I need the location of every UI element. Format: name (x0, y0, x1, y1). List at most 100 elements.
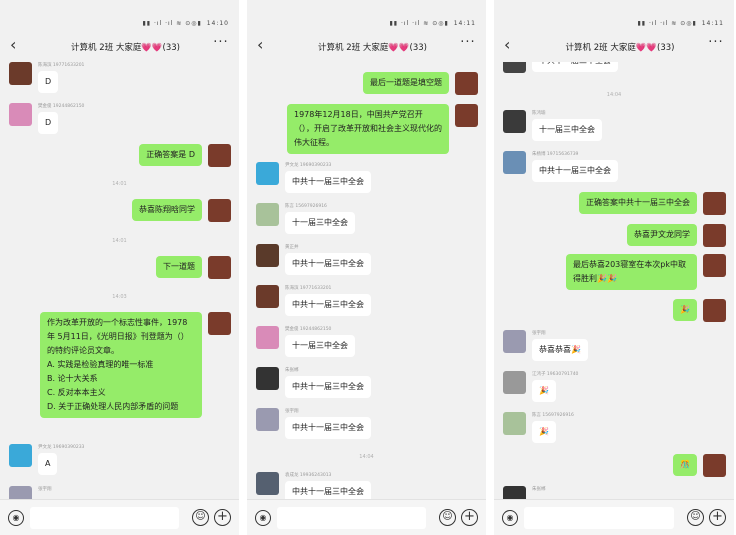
avatar[interactable] (9, 62, 32, 85)
timestamp: 14:04 (606, 92, 622, 98)
message-bubble[interactable]: 中共十一届三中全会 (285, 294, 371, 316)
back-button[interactable]: ‹ (504, 37, 518, 53)
avatar[interactable] (703, 299, 726, 322)
more-button[interactable]: ··· (706, 36, 726, 52)
message-bubble[interactable]: 1978年12月18日，中国共产党召开（），开启了改革开放和社会主义现代化的伟大… (287, 104, 449, 154)
avatar[interactable] (256, 203, 279, 226)
message-bubble[interactable]: 恭喜尹文龙同学 (627, 224, 697, 246)
back-button[interactable]: ‹ (10, 37, 24, 53)
more-button[interactable]: ··· (211, 36, 231, 52)
avatar[interactable] (256, 472, 279, 495)
plus-button[interactable]: + (709, 509, 726, 526)
message: 朱杨博 19715636739 中共十一届三中全会 (494, 151, 734, 189)
message-bubble[interactable]: 中共十一届三中全会 (285, 417, 371, 439)
status-time: 14:10 (206, 20, 229, 27)
message-bubble[interactable]: 正确答案是 D (139, 144, 202, 166)
status-time: 14:11 (701, 20, 724, 27)
chat-header: ‹ 计算机 2班 大家庭💗💗(33) ··· (494, 34, 734, 60)
message: 黄正井 中共十一届三中全会 (247, 244, 486, 282)
message-bubble[interactable]: 正确答案中共十一届三中全会 (579, 192, 697, 214)
message-input[interactable] (277, 507, 426, 529)
message: 樊金俊 19244862150 D (0, 103, 239, 145)
voice-button[interactable]: ◉ (502, 510, 518, 526)
avatar[interactable] (9, 103, 32, 126)
emoji-button[interactable]: ☺ (439, 509, 456, 526)
avatar[interactable] (503, 110, 526, 133)
message-bubble[interactable]: 中共十一届三中全会 (285, 481, 371, 499)
avatar[interactable] (256, 367, 279, 390)
message-bubble[interactable]: 中共十一届三中全会 (532, 62, 618, 72)
message-bubble[interactable]: D (38, 71, 59, 93)
more-button[interactable]: ··· (458, 36, 478, 52)
avatar[interactable] (503, 151, 526, 174)
message-list: 陈海滨 19771633201 D 樊金俊 19244862150 D 正确答案… (0, 62, 239, 499)
emoji-icon: ☺ (442, 511, 453, 522)
message-bubble[interactable]: 恭喜陈翔晗同学 (132, 199, 202, 221)
avatar[interactable] (208, 312, 231, 335)
message: 正确答案中共十一届三中全会 (494, 192, 734, 218)
avatar[interactable] (703, 454, 726, 477)
message-bubble[interactable]: 🎉 (532, 421, 556, 443)
avatar[interactable] (503, 371, 526, 394)
avatar[interactable] (503, 412, 526, 435)
emoji-button[interactable]: ☺ (192, 509, 209, 526)
avatar[interactable] (9, 486, 32, 499)
message-bubble[interactable]: 十一届三中全会 (285, 212, 355, 234)
avatar[interactable] (256, 244, 279, 267)
emoji-button[interactable]: ☺ (687, 509, 704, 526)
message-input[interactable] (30, 507, 179, 529)
status-bar: ▮▮ ·ıl ·ıl ≋ ⊙◎▮ 14:11 (494, 0, 734, 30)
avatar[interactable] (208, 144, 231, 167)
message-bubble[interactable]: 恭喜恭喜🎉 (532, 339, 588, 361)
message-input[interactable] (524, 507, 674, 529)
message-bubble[interactable]: 最后恭喜203寝室在本次pk中取得胜利🎉🎉 (566, 254, 697, 290)
message: 最后恭喜203寝室在本次pk中取得胜利🎉🎉 (494, 254, 734, 294)
avatar[interactable] (9, 444, 32, 467)
status-icons: ▮▮ ·ıl ·ıl ≋ ⊙◎▮ 14:11 (637, 20, 724, 27)
message-bubble[interactable]: 🎉 (673, 299, 697, 321)
input-bar: ◉ ☺ + (494, 499, 734, 535)
sender-name: 张宇翔 (38, 487, 52, 492)
avatar[interactable] (208, 199, 231, 222)
message-bubble[interactable]: 中共十一届三中全会 (285, 171, 371, 193)
message-bubble[interactable]: 中共十一届三中全会 (285, 253, 371, 275)
message-bubble[interactable]: A (38, 453, 58, 475)
message-bubble[interactable]: 🎉 (532, 380, 556, 402)
message-bubble[interactable]: 十一届三中全会 (285, 335, 355, 357)
avatar[interactable] (503, 486, 526, 499)
message: 陈海滨 19771633201 D (0, 62, 239, 104)
avatar[interactable] (256, 162, 279, 185)
plus-button[interactable]: + (214, 509, 231, 526)
avatar[interactable] (208, 256, 231, 279)
message-bubble[interactable]: 最后一道题是填空题 (363, 72, 449, 94)
sender-name: 陈海滨 19771633201 (285, 286, 332, 291)
message-bubble[interactable]: 下一道题 (156, 256, 202, 278)
message-bubble[interactable]: 作为改革开放的一个标志性事件，1978年 5月11日，《光明日报》刊登题为（）的… (40, 312, 202, 418)
avatar[interactable] (455, 104, 478, 127)
avatar[interactable] (256, 326, 279, 349)
avatar[interactable] (703, 224, 726, 247)
voice-button[interactable]: ◉ (8, 510, 24, 526)
message-bubble[interactable]: 十一届三中全会 (532, 119, 602, 141)
message-bubble[interactable]: D (38, 112, 59, 134)
plus-button[interactable]: + (461, 509, 478, 526)
avatar[interactable] (703, 192, 726, 215)
chat-panel: ▮▮ ·ıl ·ıl ≋ ⊙◎▮ 14:11 ‹ 计算机 2班 大家庭💗💗(33… (494, 0, 736, 535)
avatar[interactable] (703, 254, 726, 277)
voice-button[interactable]: ◉ (255, 510, 271, 526)
avatar[interactable] (503, 62, 526, 73)
message-bubble[interactable]: 中共十一届三中全会 (532, 160, 618, 182)
avatar[interactable] (503, 330, 526, 353)
avatar[interactable] (455, 72, 478, 95)
message-bubble[interactable]: 🎊 (673, 454, 697, 476)
plus-icon: + (217, 509, 228, 524)
avatar[interactable] (256, 285, 279, 308)
back-button[interactable]: ‹ (257, 37, 271, 53)
sender-name: 张宇翔 (285, 409, 299, 414)
emoji-icon: ☺ (690, 511, 701, 522)
message-bubble[interactable]: 中共十一届三中全会 (285, 376, 371, 398)
message: 陈言 15697926916 十一届三中全会 (247, 203, 486, 241)
avatar[interactable] (256, 408, 279, 431)
chat-header: ‹ 计算机 2班 大家庭💗💗(33) ··· (247, 34, 486, 60)
sender-name: 樊金俊 19244862150 (285, 327, 332, 332)
